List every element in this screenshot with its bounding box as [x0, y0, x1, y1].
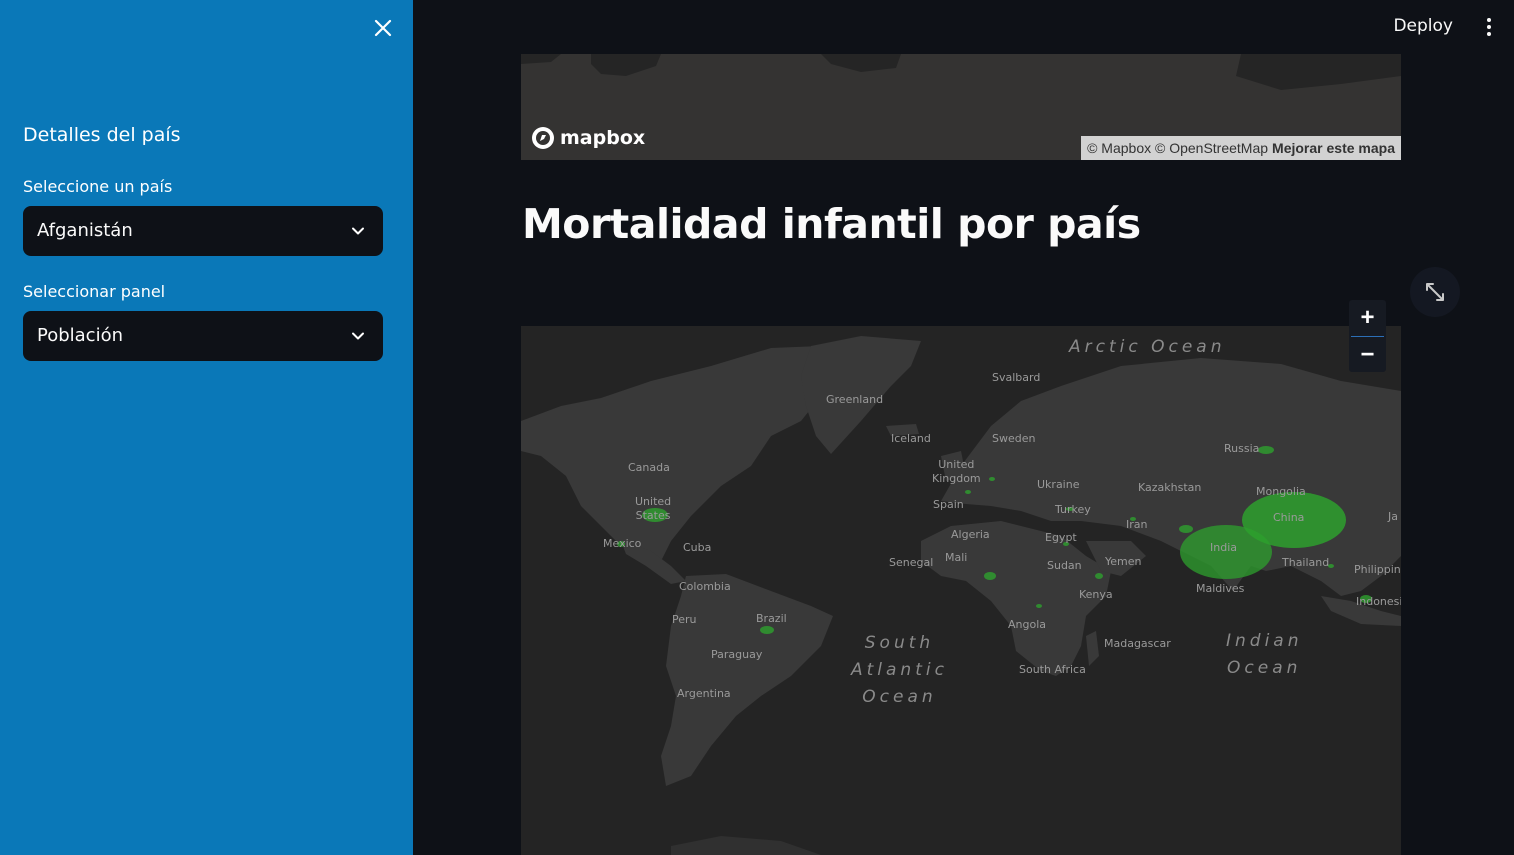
bubble-france: [965, 490, 971, 494]
label-colombia: Colombia: [679, 580, 731, 593]
label-mongolia: Mongolia: [1256, 485, 1306, 498]
panel-select-value: Población: [37, 325, 124, 346]
label-kazakhstan: Kazakhstan: [1138, 481, 1202, 494]
main-content: Deploy mapbox © Mapbox © OpenStreetMap Me…: [413, 0, 1514, 855]
land-south-america: [661, 574, 833, 786]
label-egypt: Egypt: [1045, 531, 1077, 544]
label-china: China: [1273, 511, 1305, 524]
country-select-value: Afganistán: [37, 220, 133, 241]
bubble-germany: [989, 477, 995, 481]
vertical-dots-icon[interactable]: [1484, 15, 1494, 39]
bubble-pakistan: [1179, 525, 1193, 533]
bubble-nigeria: [984, 572, 996, 580]
label-mali: Mali: [945, 551, 968, 564]
mapbox-logo-text: mapbox: [560, 127, 646, 149]
zoom-control: + −: [1349, 300, 1386, 372]
label-greenland: Greenland: [826, 393, 884, 406]
label-maldives: Maldives: [1196, 582, 1245, 595]
label-sudan: Sudan: [1047, 559, 1082, 572]
label-argentina: Argentina: [677, 687, 731, 700]
deploy-button[interactable]: Deploy: [1393, 16, 1453, 36]
map-attribution: © Mapbox © OpenStreetMap Mejorar este map…: [1081, 136, 1401, 160]
bubble-congo: [1036, 604, 1042, 608]
label-madagascar: Madagascar: [1104, 637, 1171, 650]
sidebar-title: Detalles del país: [23, 124, 181, 146]
ocean-south-atlantic: South Atlantic Ocean: [851, 633, 948, 707]
map-land-shapes: [521, 336, 1401, 855]
label-angola: Angola: [1008, 618, 1047, 631]
ocean-indian: Indian Ocean: [1226, 631, 1303, 678]
label-philippines: Philippin: [1354, 563, 1401, 576]
bubble-brazil: [760, 626, 774, 634]
bubble-ethiopia: [1095, 573, 1103, 579]
label-yemen: Yemen: [1105, 555, 1142, 568]
label-united-states: United States: [635, 495, 672, 522]
label-russia: Russia: [1224, 442, 1260, 455]
label-svalbard: Svalbard: [992, 371, 1041, 384]
close-icon[interactable]: [372, 17, 394, 39]
map-top[interactable]: mapbox © Mapbox © OpenStreetMap Mejorar e…: [521, 54, 1401, 160]
zoom-in-button[interactable]: +: [1349, 300, 1386, 336]
country-select[interactable]: Afganistán: [23, 206, 383, 256]
label-paraguay: Paraguay: [711, 648, 763, 661]
chevron-down-icon: [352, 227, 364, 235]
panel-select[interactable]: Población: [23, 311, 383, 361]
improve-map-link[interactable]: Mejorar este mapa: [1272, 140, 1395, 156]
label-thailand: Thailand: [1282, 556, 1330, 569]
label-sweden: Sweden: [992, 432, 1036, 445]
label-united-kingdom: United Kingdom: [932, 458, 981, 485]
fullscreen-button[interactable]: [1410, 267, 1460, 317]
sidebar: Detalles del país Seleccione un país Afg…: [0, 0, 413, 855]
mapbox-icon: [532, 127, 554, 149]
label-south-africa: South Africa: [1019, 663, 1086, 676]
label-mexico: Mexico: [603, 537, 642, 550]
label-kenya: Kenya: [1079, 588, 1113, 601]
country-select-label: Seleccione un país: [23, 177, 173, 196]
page-title: Mortalidad infantil por país: [522, 200, 1141, 248]
zoom-out-button[interactable]: −: [1349, 337, 1386, 373]
bubble-russia: [1258, 446, 1274, 454]
label-indonesia: Indonesi: [1356, 595, 1401, 608]
world-map[interactable]: Arctic Ocean South Atlantic Ocean Indian…: [521, 326, 1401, 855]
label-canada: Canada: [628, 461, 670, 474]
label-ukraine: Ukraine: [1037, 478, 1080, 491]
land-antarctica-hint: [671, 836, 821, 855]
panel-select-label: Seleccionar panel: [23, 282, 166, 301]
label-peru: Peru: [672, 613, 697, 626]
attribution-text[interactable]: © Mapbox © OpenStreetMap: [1087, 140, 1268, 156]
label-india: India: [1210, 541, 1237, 554]
label-brazil: Brazil: [756, 612, 787, 625]
label-iran: Iran: [1126, 518, 1148, 531]
label-turkey: Turkey: [1055, 503, 1091, 516]
ocean-arctic: Arctic Ocean: [1069, 337, 1226, 357]
label-japan: Ja: [1388, 510, 1398, 523]
expand-icon: [1426, 283, 1444, 301]
label-algeria: Algeria: [951, 528, 990, 541]
label-spain: Spain: [933, 498, 964, 511]
chevron-down-icon: [352, 332, 364, 340]
label-iceland: Iceland: [891, 432, 931, 445]
label-senegal: Senegal: [889, 556, 934, 569]
label-cuba: Cuba: [683, 541, 712, 554]
land-madagascar: [1086, 631, 1099, 666]
mapbox-logo[interactable]: mapbox: [531, 126, 645, 150]
